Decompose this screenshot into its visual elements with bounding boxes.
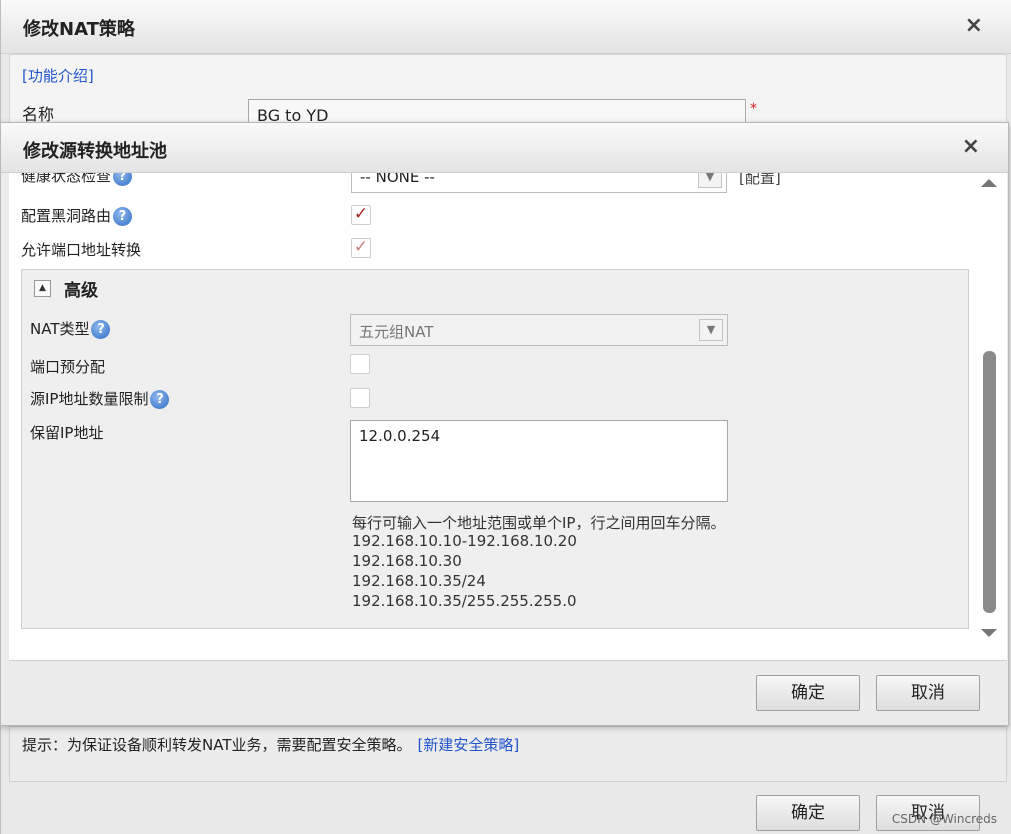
help-icon[interactable]: ?: [113, 173, 133, 186]
hint-line: 192.168.10.10-192.168.10.20: [352, 532, 577, 550]
scrollbar-thumb[interactable]: [983, 351, 996, 613]
nat-type-label-text: NAT类型: [30, 320, 90, 338]
advanced-title: 高级: [64, 281, 98, 301]
chevron-down-icon[interactable]: ▼: [699, 319, 723, 341]
new-security-policy-link[interactable]: [新建安全策略]: [417, 736, 519, 754]
watermark: CSDN @Wincreds: [891, 812, 997, 826]
source-nat-pool-ok-button[interactable]: 确定: [756, 675, 860, 711]
reserved-ip-label: 保留IP地址: [30, 424, 104, 442]
blackhole-route-label-text: 配置黑洞路由: [21, 207, 112, 225]
nat-type-label: NAT类型?: [30, 318, 111, 339]
scroll-down-icon[interactable]: [981, 629, 997, 637]
hint-line: 每行可输入一个地址范围或单个IP，行之间用回车分隔。: [352, 514, 726, 532]
port-prealloc-checkbox[interactable]: [350, 354, 370, 374]
chevron-down-icon[interactable]: ▼: [698, 173, 722, 188]
nat-policy-titlebar[interactable]: 修改NAT策略 ×: [1, 0, 1011, 54]
reserved-ip-textarea[interactable]: 12.0.0.254: [350, 420, 728, 502]
source-nat-pool-title: 修改源转换地址池: [23, 141, 167, 162]
source-nat-pool-dialog: 修改源转换地址池 × 健康状态检查? -- NONE -- ▼ [配置] 配置黑…: [0, 122, 1009, 726]
hint-line: 192.168.10.35/24: [352, 572, 486, 590]
health-check-label: 健康状态检查?: [21, 173, 133, 186]
port-translation-label: 允许端口地址转换: [21, 241, 142, 259]
health-check-label-text: 健康状态检查: [21, 173, 112, 185]
health-check-select[interactable]: -- NONE -- ▼: [351, 173, 727, 193]
vertical-scrollbar[interactable]: [979, 173, 999, 660]
help-icon[interactable]: ?: [113, 207, 133, 226]
blackhole-route-checkbox[interactable]: ✓: [351, 205, 371, 225]
feature-intro-link[interactable]: [功能介绍]: [22, 65, 94, 86]
source-nat-pool-form: 健康状态检查? -- NONE -- ▼ [配置] 配置黑洞路由? ✓ 允许端口…: [9, 173, 1007, 661]
help-icon[interactable]: ?: [150, 390, 170, 409]
source-nat-pool-titlebar[interactable]: 修改源转换地址池 ×: [1, 123, 1008, 173]
nat-policy-ok-button[interactable]: 确定: [756, 795, 860, 831]
scroll-up-icon[interactable]: [981, 179, 997, 187]
health-check-value: -- NONE --: [360, 173, 435, 186]
close-icon[interactable]: ×: [962, 134, 980, 159]
help-icon[interactable]: ?: [91, 320, 111, 339]
src-ip-limit-label-text: 源IP地址数量限制: [30, 390, 149, 408]
hint-line: 192.168.10.30: [352, 552, 462, 570]
nat-type-value: 五元组NAT: [359, 323, 434, 341]
nat-type-select[interactable]: 五元组NAT ▼: [350, 314, 728, 346]
src-ip-limit-label: 源IP地址数量限制?: [30, 388, 170, 409]
src-ip-limit-checkbox[interactable]: [350, 388, 370, 408]
health-config-link[interactable]: [配置]: [739, 173, 781, 188]
tip-message: 提示：为保证设备顺利转发NAT业务，需要配置安全策略。: [22, 736, 412, 754]
hint-line: 192.168.10.35/255.255.255.0: [352, 592, 577, 610]
close-icon[interactable]: ×: [965, 13, 983, 38]
nat-policy-title: 修改NAT策略: [23, 19, 135, 40]
port-prealloc-label: 端口预分配: [30, 358, 106, 376]
port-translation-checkbox[interactable]: ✓: [351, 238, 371, 258]
tip-text: 提示：为保证设备顺利转发NAT业务，需要配置安全策略。 [新建安全策略]: [22, 734, 519, 755]
required-mark: *: [750, 101, 757, 117]
blackhole-route-label: 配置黑洞路由?: [21, 205, 133, 226]
tip-bar: 提示：为保证设备顺利转发NAT业务，需要配置安全策略。 [新建安全策略]: [9, 726, 1007, 782]
source-nat-pool-cancel-button[interactable]: 取消: [876, 675, 980, 711]
advanced-section: ▲ 高级 NAT类型? 五元组NAT ▼ 端口预分配 源IP地址数量限制? 保留…: [21, 269, 969, 629]
collapse-icon[interactable]: ▲: [34, 280, 51, 297]
